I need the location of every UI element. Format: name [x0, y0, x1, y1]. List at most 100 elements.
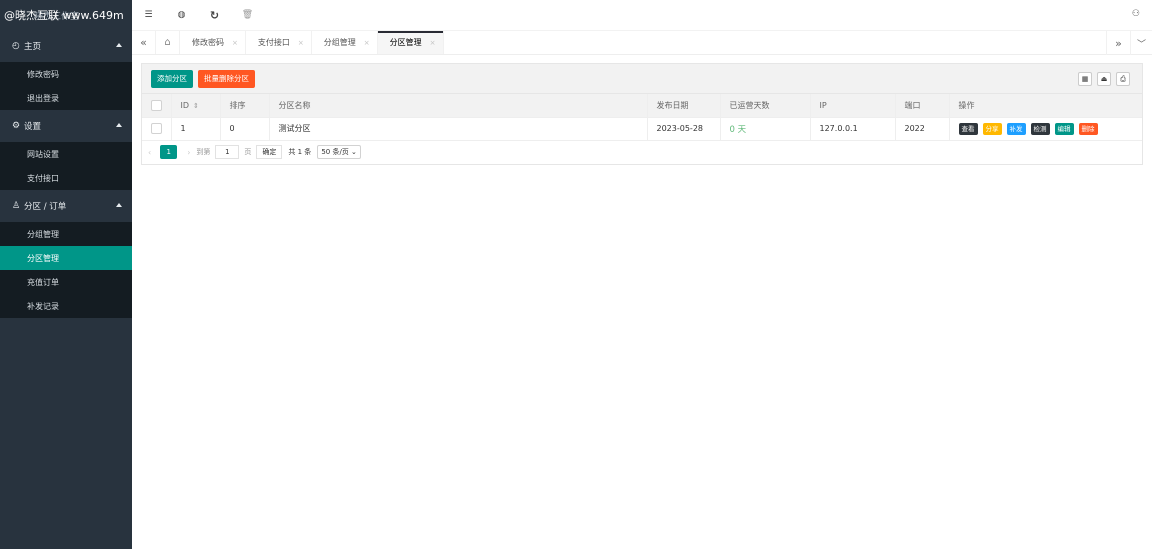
sidebar-group-label: 设置 — [24, 122, 42, 132]
close-icon[interactable]: × — [298, 39, 304, 47]
add-zone-button[interactable]: 添加分区 — [151, 70, 193, 88]
sidebar-submenu-home: 修改密码 退出登录 — [0, 62, 132, 110]
dashboard-icon: ◴ — [12, 41, 20, 51]
export-icon[interactable]: ⏏ — [1097, 72, 1111, 86]
page-input[interactable]: 1 — [215, 145, 240, 159]
column-days-running: 已运营天数 — [720, 94, 811, 118]
sidebar-submenu-settings: 网站设置 支付接口 — [0, 142, 132, 190]
page-number-current[interactable]: 1 — [160, 145, 178, 159]
brand-logo[interactable]: 晓杰工作室 @晓杰互联 www.649m — [0, 0, 132, 30]
pagination: ‹ 1 › 到第 1 页 确定 共 1 条 50 条/页 ⌄ — [142, 141, 1142, 164]
tab-change-password[interactable]: 修改密码 × — [180, 31, 246, 54]
tab-group-management[interactable]: 分组管理 × — [312, 31, 378, 54]
header-select-all[interactable] — [142, 94, 172, 118]
tab-zone-management[interactable]: 分区管理 × — [377, 31, 444, 54]
close-icon[interactable]: × — [232, 39, 238, 47]
cell-publish-date: 2023-05-28 — [647, 117, 721, 141]
sidebar-group-label: 分区 / 订单 — [24, 202, 67, 212]
chevron-down-icon: ⌄ — [351, 148, 357, 156]
tab-label: 分组管理 — [323, 38, 356, 47]
cell-zone-name: 测试分区 — [269, 117, 648, 141]
days-value: 0 天 — [729, 124, 747, 135]
tabs-scroll-right-icon[interactable]: » — [1106, 31, 1130, 55]
table-panel: 添加分区 批量删除分区 ▦ ⏏ ⎙ ID ⇕ 排序 分区名称 发布日期 已运营天数… — [141, 63, 1143, 165]
cell-sort: 0 — [220, 117, 270, 141]
column-ip: IP — [810, 94, 896, 118]
caret-up-icon — [116, 43, 122, 47]
sidebar-group-home[interactable]: ◴ 主页 — [0, 30, 132, 62]
cell-id: 1 — [171, 117, 221, 141]
sidebar-group-settings[interactable]: ⚙ 设置 — [0, 110, 132, 142]
column-zone-name: 分区名称 — [269, 94, 648, 118]
sidebar-item-payment[interactable]: 支付接口 — [0, 166, 132, 190]
columns-filter-icon[interactable]: ▦ — [1078, 72, 1092, 86]
column-port: 端口 — [895, 94, 950, 118]
sidebar-group-label: 主页 — [24, 42, 42, 52]
sidebar-item-group-management[interactable]: 分组管理 — [0, 222, 132, 246]
reissue-button[interactable]: 补发 — [1006, 122, 1026, 135]
tab-payment[interactable]: 支付接口 × — [246, 31, 312, 54]
cell-port: 2022 — [895, 117, 950, 141]
sidebar: 晓杰工作室 @晓杰互联 www.649m ◴ 主页 修改密码 退出登录 ⚙ 设置… — [0, 0, 132, 549]
column-sort: 排序 — [220, 94, 270, 118]
trash-icon[interactable]: 🗑 — [231, 10, 264, 20]
page-unit-label: 页 — [244, 148, 252, 156]
sidebar-item-logout[interactable]: 退出登录 — [0, 86, 132, 110]
sidebar-group-zones-orders[interactable]: ♙ 分区 / 订单 — [0, 190, 132, 222]
table-row: 1 0 测试分区 2023-05-28 0 天 127.0.0.1 2022 查… — [142, 117, 1142, 141]
theme-icon[interactable]: ⚇ — [1132, 9, 1140, 19]
globe-icon[interactable]: ◍ — [165, 10, 198, 20]
main-content: 添加分区 批量删除分区 ▦ ⏏ ⎙ ID ⇕ 排序 分区名称 发布日期 已运营天数… — [132, 55, 1152, 549]
tab-label: 支付接口 — [257, 38, 290, 47]
cell-days-running: 0 天 — [720, 117, 811, 141]
page-size-select[interactable]: 50 条/页 ⌄ — [317, 145, 361, 159]
sort-icon[interactable]: ⇕ — [193, 102, 199, 110]
tab-label: 修改密码 — [192, 38, 224, 47]
home-icon[interactable]: ⌂ — [156, 31, 180, 54]
table-header-row: ID ⇕ 排序 分区名称 发布日期 已运营天数 IP 端口 操作 — [142, 94, 1142, 118]
prev-page-icon[interactable]: ‹ — [148, 148, 151, 157]
checkbox-all[interactable] — [151, 99, 162, 111]
goto-label: 到第 — [196, 148, 211, 156]
page-size-value: 50 条/页 — [321, 148, 349, 156]
check-button[interactable]: 检测 — [1030, 122, 1050, 135]
refresh-icon[interactable]: ↻ — [198, 9, 231, 22]
column-actions: 操作 — [949, 94, 1142, 118]
user-icon: ♙ — [12, 201, 21, 211]
tab-bar: « ⌂ 修改密码 × 支付接口 × 分组管理 × 分区管理 × » ﹀ — [132, 30, 1152, 55]
batch-delete-button[interactable]: 批量删除分区 — [198, 70, 255, 88]
tabs-scroll-left-icon[interactable]: « — [132, 31, 156, 54]
row-select[interactable] — [142, 117, 172, 141]
close-icon[interactable]: × — [430, 39, 436, 47]
chevron-down-icon[interactable]: ﹀ — [1130, 31, 1152, 55]
sidebar-submenu-zones-orders: 分组管理 分区管理 充值订单 补发记录 — [0, 222, 132, 318]
sidebar-item-recharge-orders[interactable]: 充值订单 — [0, 270, 132, 294]
gear-icon: ⚙ — [12, 121, 21, 131]
brand-watermark: @晓杰互联 www.649m — [4, 9, 124, 22]
column-publish-date: 发布日期 — [647, 94, 721, 118]
view-button[interactable]: 查看 — [958, 122, 978, 135]
sidebar-item-reissue-records[interactable]: 补发记录 — [0, 294, 132, 318]
edit-button[interactable]: 编辑 — [1054, 122, 1074, 135]
close-icon[interactable]: × — [364, 39, 370, 47]
checkbox[interactable] — [151, 123, 162, 134]
caret-up-icon — [116, 123, 122, 127]
top-bar: ☰ ◍ ↻ 🗑 ⚇ — [132, 0, 1152, 30]
tab-label: 分区管理 — [389, 38, 422, 47]
goto-confirm-button[interactable]: 确定 — [256, 145, 283, 159]
cell-actions: 查看 分享 补发 检测 编辑 删除 — [949, 117, 1142, 141]
share-button[interactable]: 分享 — [982, 122, 1002, 135]
sidebar-item-site-settings[interactable]: 网站设置 — [0, 142, 132, 166]
sidebar-item-zone-management[interactable]: 分区管理 — [0, 246, 132, 270]
next-page-icon[interactable]: › — [187, 148, 190, 157]
caret-up-icon — [116, 203, 122, 207]
column-id[interactable]: ID ⇕ — [171, 94, 221, 118]
zone-table: ID ⇕ 排序 分区名称 发布日期 已运营天数 IP 端口 操作 1 0 测试分区… — [142, 94, 1142, 141]
total-count: 共 1 条 — [288, 148, 312, 156]
print-icon[interactable]: ⎙ — [1116, 72, 1130, 86]
table-toolbar: 添加分区 批量删除分区 ▦ ⏏ ⎙ — [142, 64, 1142, 94]
cell-ip: 127.0.0.1 — [810, 117, 896, 141]
sidebar-item-change-password[interactable]: 修改密码 — [0, 62, 132, 86]
delete-button[interactable]: 删除 — [1078, 122, 1098, 135]
menu-toggle-icon[interactable]: ☰ — [132, 10, 165, 20]
